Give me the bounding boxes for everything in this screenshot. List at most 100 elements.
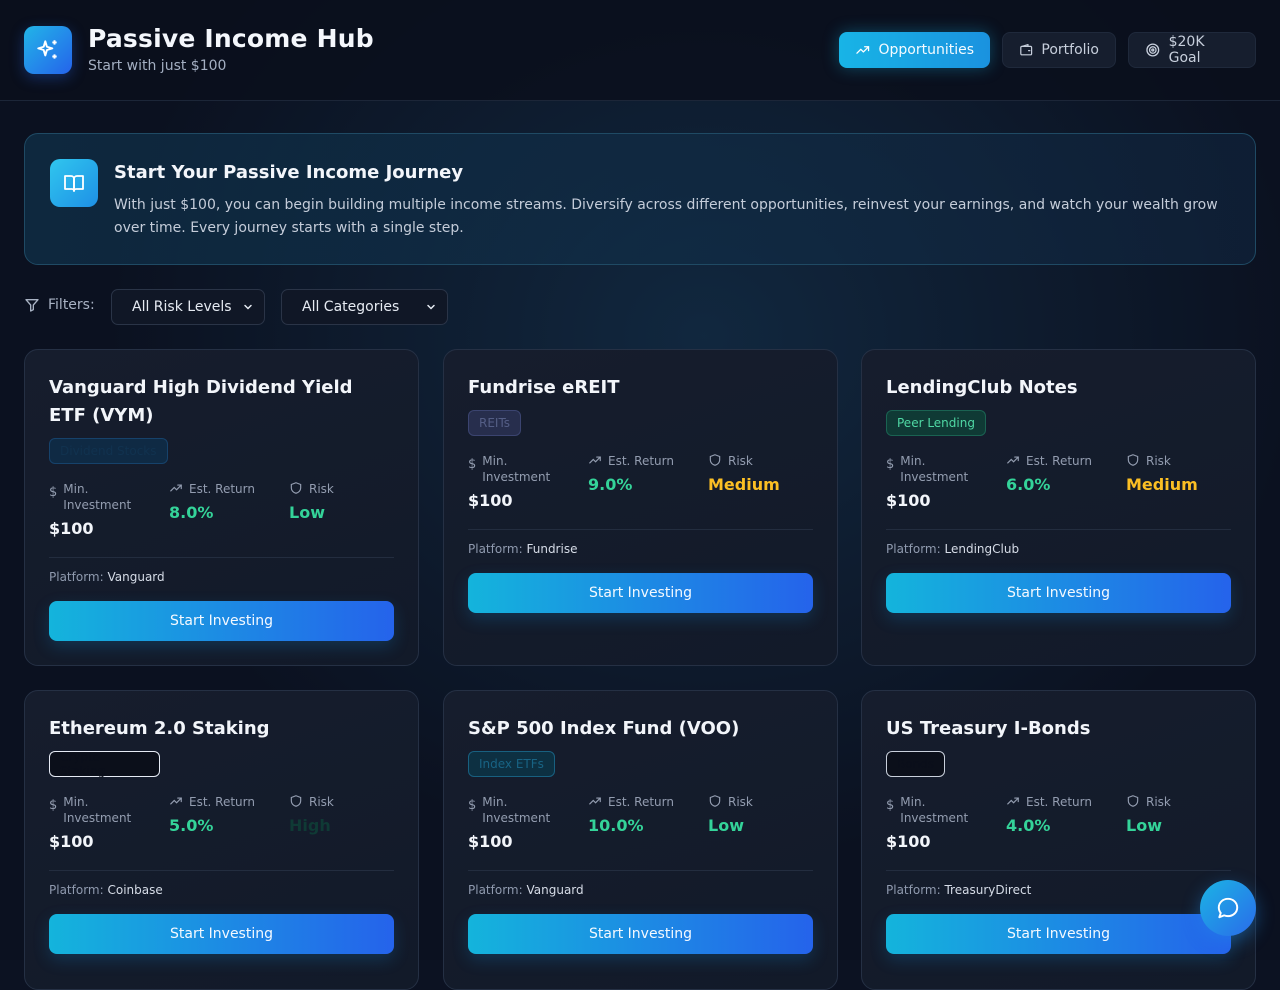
return-stat: Est. Return 5.0% <box>169 794 279 835</box>
risk-value: High <box>289 816 331 835</box>
app-header: Passive Income Hub Start with just $100 … <box>0 0 1280 101</box>
dollar-icon: $ <box>49 798 58 813</box>
shield-icon <box>290 482 302 494</box>
min-investment-value: $100 <box>49 832 94 851</box>
dollar-icon: $ <box>468 457 477 472</box>
min-investment-stat: $ Min. Investment $100 <box>468 453 578 510</box>
trending-up-icon <box>170 797 182 805</box>
category-badge: Bonds <box>886 751 945 777</box>
card-divider <box>468 529 813 530</box>
card-divider <box>49 557 394 558</box>
stat-label: Min. Investment <box>63 795 132 825</box>
chat-bubble-icon <box>1217 897 1239 919</box>
filter-icon <box>25 299 39 312</box>
card-title: US Treasury I-Bonds <box>886 718 1091 739</box>
return-stat: Est. Return 10.0% <box>588 794 698 835</box>
trending-up-icon <box>589 797 601 805</box>
dollar-icon: $ <box>886 457 895 472</box>
min-investment-value: $100 <box>886 832 931 851</box>
min-investment-stat: $ Min. Investment $100 <box>49 481 159 538</box>
banner-text: With just $100, you can begin building m… <box>114 197 1218 236</box>
stat-label: Est. Return <box>189 795 255 809</box>
risk-stat: Risk High <box>289 794 399 835</box>
app-subtitle: Start with just $100 <box>88 58 227 74</box>
risk-value: Low <box>708 816 744 835</box>
return-stat: Est. Return 6.0% <box>1006 453 1116 494</box>
stat-label: Risk <box>309 795 334 809</box>
risk-stat: Risk Medium <box>1126 453 1236 494</box>
return-stat: Est. Return 4.0% <box>1006 794 1116 835</box>
start-investing-button[interactable]: Start Investing <box>886 914 1231 954</box>
wallet-icon <box>1020 43 1033 56</box>
filters-text: Filters: <box>48 297 95 313</box>
stat-label: Est. Return <box>1026 795 1092 809</box>
trending-up-icon <box>1007 797 1019 805</box>
card-title: Vanguard High Dividend Yield ETF (VYM) <box>49 377 353 426</box>
tab-opportunities-label: Opportunities <box>878 42 974 58</box>
platform-name: LendingClub <box>944 542 1020 556</box>
return-value: 5.0% <box>169 816 214 835</box>
min-investment-stat: $ Min. Investment $100 <box>886 453 996 510</box>
start-investing-button[interactable]: Start Investing <box>886 573 1231 613</box>
platform-name: Fundrise <box>526 542 578 556</box>
platform-name: TreasuryDirect <box>944 883 1032 897</box>
platform-label: Platform: <box>886 883 941 897</box>
stat-label: Est. Return <box>608 795 674 809</box>
filters-label: Filters: <box>24 297 95 313</box>
stat-label: Risk <box>1146 795 1171 809</box>
platform-name: Vanguard <box>526 883 584 897</box>
dollar-icon: $ <box>49 485 58 500</box>
return-value: 10.0% <box>588 816 644 835</box>
category-value: All Categories <box>302 299 400 315</box>
min-investment-value: $100 <box>886 491 931 510</box>
shield-icon <box>709 795 721 807</box>
start-investing-button[interactable]: Start Investing <box>49 601 394 641</box>
category-select[interactable]: All Categories <box>281 289 448 325</box>
risk-stat: Risk Low <box>289 481 399 522</box>
return-value: 8.0% <box>169 503 214 522</box>
chat-button[interactable] <box>1200 880 1256 936</box>
risk-level-value: All Risk Levels <box>132 299 232 315</box>
return-value: 4.0% <box>1006 816 1051 835</box>
platform-label: Platform: <box>468 883 523 897</box>
tab-portfolio[interactable]: Portfolio <box>1002 32 1116 68</box>
platform-name: Coinbase <box>107 883 163 897</box>
min-investment-value: $100 <box>468 832 513 851</box>
platform-line: Platform: TreasuryDirect <box>886 883 1031 897</box>
category-badge: Peer Lending <box>886 410 986 436</box>
dollar-icon: $ <box>468 798 477 813</box>
category-badge: Index ETFs <box>468 751 555 777</box>
shield-icon <box>1127 795 1139 807</box>
stat-label: Est. Return <box>189 482 255 496</box>
stat-label: Risk <box>1146 454 1171 468</box>
platform-label: Platform: <box>49 883 104 897</box>
start-investing-button[interactable]: Start Investing <box>468 573 813 613</box>
risk-value: Low <box>1126 816 1162 835</box>
banner-title: Start Your Passive Income Journey <box>114 162 464 183</box>
min-investment-stat: $ Min. Investment $100 <box>468 794 578 851</box>
card-divider <box>886 870 1231 871</box>
card-divider <box>49 870 394 871</box>
category-badge: REITs <box>468 410 521 436</box>
trending-up-icon <box>589 456 601 464</box>
risk-level-select[interactable]: All Risk Levels <box>111 289 265 325</box>
opportunity-card-ibonds: US Treasury I-Bonds Bonds $ Min. Investme… <box>861 690 1256 990</box>
card-title: S&P 500 Index Fund (VOO) <box>468 718 740 739</box>
stat-label: Min. Investment <box>900 795 969 825</box>
start-investing-button[interactable]: Start Investing <box>49 914 394 954</box>
trending-up-icon <box>1007 456 1019 464</box>
card-divider <box>886 529 1231 530</box>
opportunity-card-lendingclub: LendingClub Notes Peer Lending $ Min. Inv… <box>861 349 1256 666</box>
return-value: 6.0% <box>1006 475 1051 494</box>
start-investing-button[interactable]: Start Investing <box>468 914 813 954</box>
platform-label: Platform: <box>886 542 941 556</box>
tab-goal[interactable]: $20K Goal <box>1128 32 1256 68</box>
return-stat: Est. Return 9.0% <box>588 453 698 494</box>
tab-opportunities[interactable]: Opportunities <box>839 32 990 68</box>
category-badge: Dividend Stocks <box>49 438 168 464</box>
shield-icon <box>709 454 721 466</box>
stat-label: Min. Investment <box>482 454 551 484</box>
opportunity-card-voo: S&P 500 Index Fund (VOO) Index ETFs $ Min… <box>443 690 838 990</box>
shield-icon <box>290 795 302 807</box>
risk-value: Medium <box>708 475 780 494</box>
